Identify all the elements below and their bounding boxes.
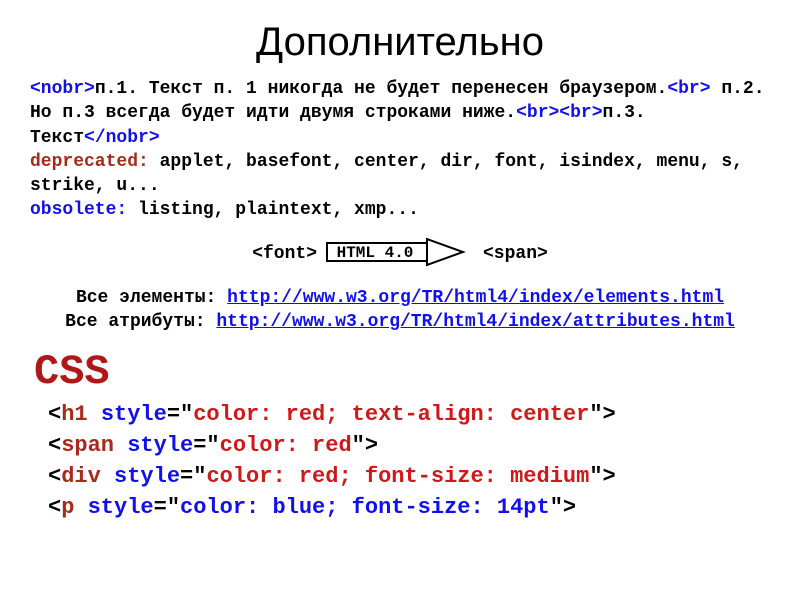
nobr-example: <nobr>п.1. Текст п. 1 никогда не будет п… bbox=[30, 77, 770, 150]
nobr-text-1: п.1. Текст п. 1 никогда не будет перенес… bbox=[95, 79, 668, 99]
attributes-link-row: Все атрибуты: http://www.w3.org/TR/html4… bbox=[30, 310, 770, 334]
font-to-span-diagram: <font> HTML 4.0 <span> bbox=[30, 237, 770, 272]
diagram-left-label: <font> bbox=[252, 244, 317, 264]
html4-arrow-icon: HTML 4.0 bbox=[325, 237, 475, 272]
slide-page: Дополнительно <nobr>п.1. Текст п. 1 нико… bbox=[0, 0, 800, 524]
diagram-right-label: <span> bbox=[483, 244, 548, 264]
nobr-open-tag: <nobr> bbox=[30, 79, 95, 99]
nobr-close-tag: </nobr> bbox=[84, 128, 160, 148]
deprecated-line: deprecated: applet, basefont, center, di… bbox=[30, 150, 770, 199]
slide-title: Дополнительно bbox=[30, 20, 770, 65]
obsolete-list: listing, plaintext, xmp... bbox=[127, 200, 419, 220]
attributes-link-label: Все атрибуты: bbox=[65, 312, 216, 332]
css-example-1: <h1 style="color: red; text-align: cente… bbox=[48, 400, 770, 431]
br-tag-2: <br><br> bbox=[516, 103, 602, 123]
css-heading: CSS bbox=[34, 348, 770, 396]
elements-link-row: Все элементы: http://www.w3.org/TR/html4… bbox=[30, 286, 770, 310]
css-example-4: <p style="color: blue; font-size: 14pt"> bbox=[48, 493, 770, 524]
obsolete-label: obsolete: bbox=[30, 200, 127, 220]
deprecated-label: deprecated: bbox=[30, 152, 149, 172]
attributes-link-url[interactable]: http://www.w3.org/TR/html4/index/attribu… bbox=[216, 312, 734, 332]
obsolete-line: obsolete: listing, plaintext, xmp... bbox=[30, 198, 770, 222]
html4-box-text: HTML 4.0 bbox=[337, 244, 414, 262]
css-examples: <h1 style="color: red; text-align: cente… bbox=[30, 400, 770, 523]
elements-link-label: Все элементы: bbox=[76, 288, 227, 308]
css-example-2: <span style="color: red"> bbox=[48, 431, 770, 462]
css-example-3: <div style="color: red; font-size: mediu… bbox=[48, 462, 770, 493]
br-tag-1: <br> bbox=[667, 79, 710, 99]
reference-links: Все элементы: http://www.w3.org/TR/html4… bbox=[30, 286, 770, 335]
elements-link-url[interactable]: http://www.w3.org/TR/html4/index/element… bbox=[227, 288, 724, 308]
